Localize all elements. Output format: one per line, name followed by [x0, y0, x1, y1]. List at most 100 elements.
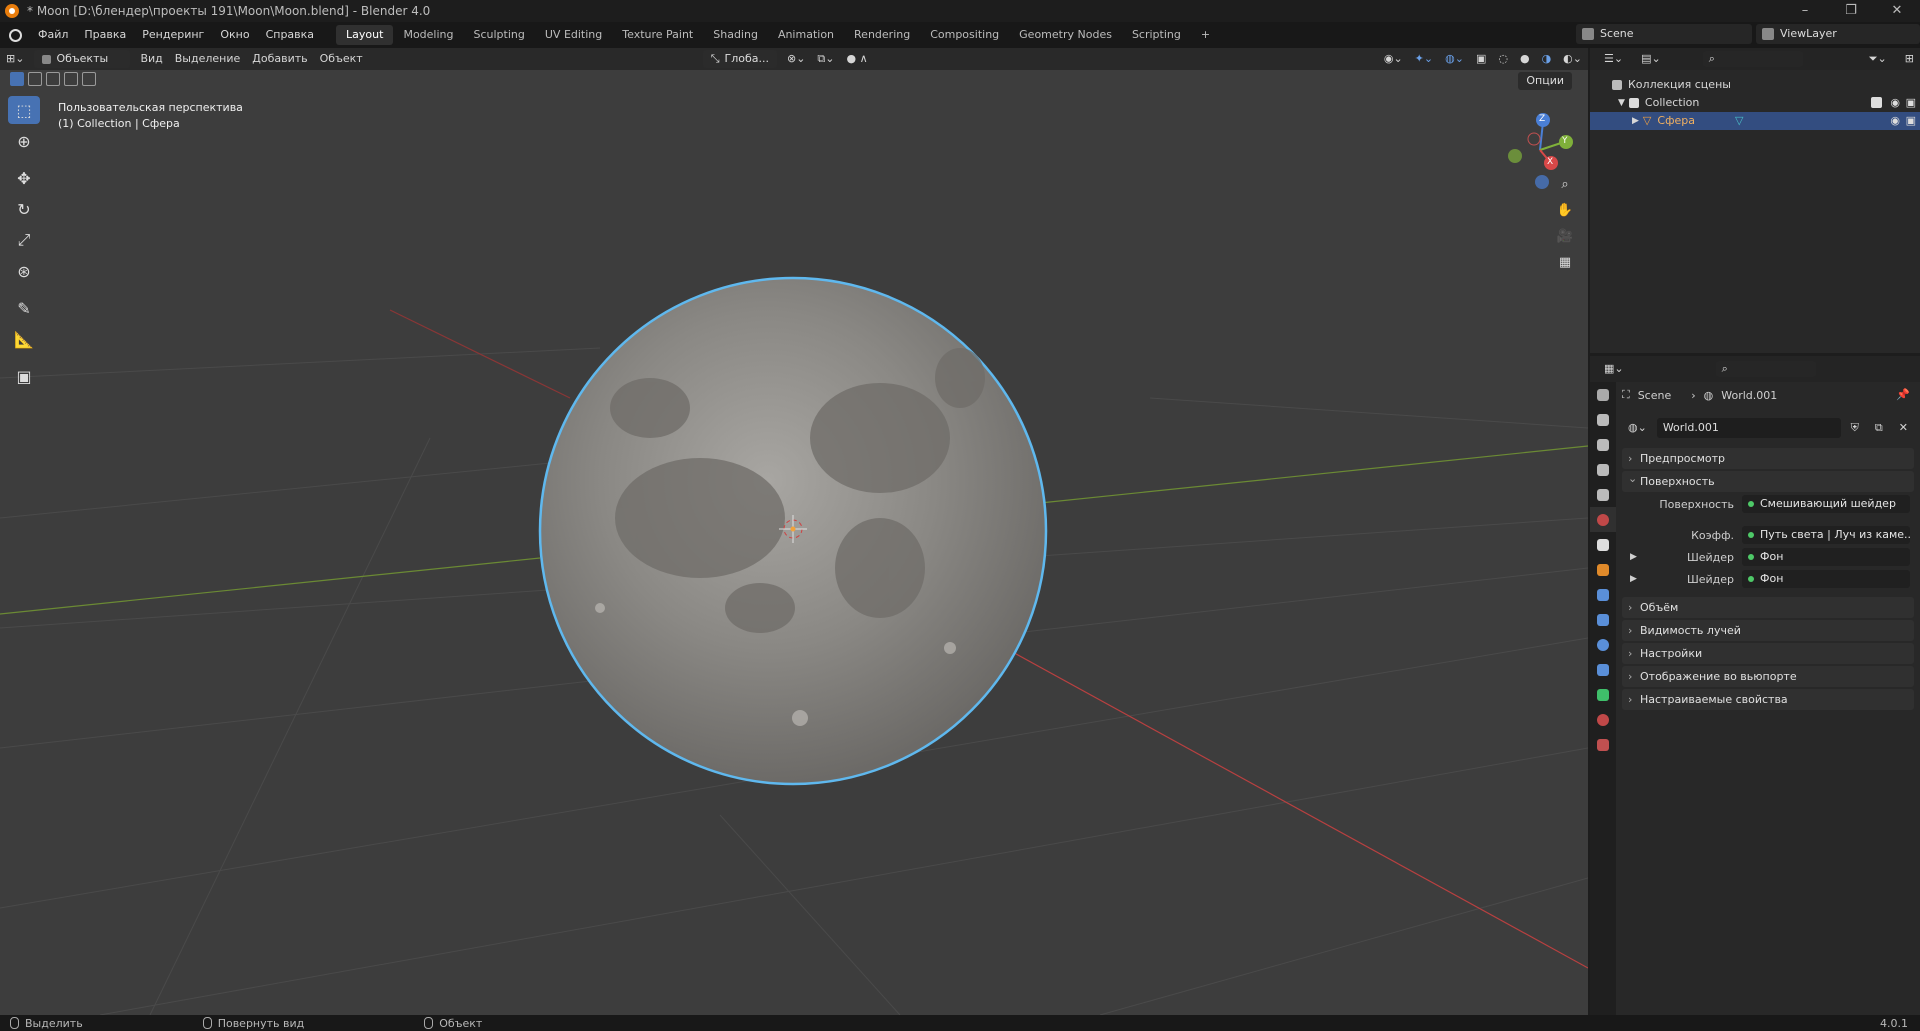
scale-tool-icon[interactable]: ⤢: [8, 226, 40, 254]
tab-geometry-nodes[interactable]: Geometry Nodes: [1009, 25, 1122, 45]
cursor-tool-icon[interactable]: ⊕: [8, 127, 40, 155]
rotate-tool-icon[interactable]: ↻: [8, 195, 40, 223]
select-extend-icon[interactable]: [28, 72, 42, 86]
minimize-button[interactable]: –: [1782, 0, 1828, 22]
select-intersect-icon[interactable]: [82, 72, 96, 86]
outliner-collection[interactable]: ▼ Collection ◉ ▣: [1590, 94, 1920, 112]
menu-render[interactable]: Рендеринг: [134, 22, 212, 48]
tab-tool[interactable]: [1590, 382, 1616, 407]
tab-collection[interactable]: [1590, 532, 1616, 557]
tab-layout[interactable]: Layout: [336, 25, 394, 45]
outliner-search-input[interactable]: ⌕: [1702, 51, 1803, 67]
tab-scripting[interactable]: Scripting: [1122, 25, 1191, 45]
tab-object[interactable]: [1590, 557, 1616, 582]
select-box-tool-icon[interactable]: ⬚: [8, 96, 40, 124]
menu-object[interactable]: Объект: [314, 50, 369, 68]
proportional-edit-icon[interactable]: ● ∧: [841, 50, 874, 68]
tab-data[interactable]: [1590, 682, 1616, 707]
measure-tool-icon[interactable]: 📐: [8, 325, 40, 353]
transform-orientation-dropdown[interactable]: ⤡ Глоба...: [702, 50, 777, 68]
panel-surface[interactable]: Поверхность: [1622, 468, 1914, 492]
expand-icon[interactable]: ▶: [1630, 552, 1637, 562]
expand-icon[interactable]: ▶: [1632, 112, 1639, 130]
menu-help[interactable]: Справка: [258, 22, 322, 48]
select-new-icon[interactable]: [10, 72, 24, 86]
tab-material[interactable]: [1590, 707, 1616, 732]
tab-compositing[interactable]: Compositing: [920, 25, 1009, 45]
add-workspace-button[interactable]: +: [1191, 25, 1220, 45]
mode-dropdown[interactable]: Объекты: [34, 50, 131, 68]
menu-view[interactable]: Вид: [134, 50, 168, 68]
tab-render[interactable]: [1590, 407, 1616, 432]
world-name-field[interactable]: World.001: [1656, 418, 1841, 438]
panel-ray-visibility[interactable]: Видимость лучей: [1622, 620, 1914, 641]
select-subtract-icon[interactable]: [46, 72, 60, 86]
tab-texture[interactable]: [1590, 732, 1616, 757]
display-mode-icon[interactable]: ▤⌄: [1635, 50, 1667, 68]
tab-view-layer[interactable]: [1590, 457, 1616, 482]
panel-viewport-display[interactable]: Отображение во вьюпорте: [1622, 666, 1914, 687]
add-cube-tool-icon[interactable]: ▣: [8, 362, 40, 390]
filter-icon[interactable]: ⏷⌄: [1863, 50, 1893, 68]
annotate-tool-icon[interactable]: ✎: [8, 294, 40, 322]
pan-hand-icon[interactable]: ✋: [1553, 198, 1577, 222]
visibility-eye-icon[interactable]: ◉: [1890, 94, 1900, 112]
editor-type-dropdown[interactable]: ⊞⌄: [0, 50, 30, 68]
outliner-scene-collection[interactable]: Коллекция сцены: [1590, 76, 1920, 94]
xray-icon[interactable]: ▣: [1470, 50, 1492, 68]
tab-scene[interactable]: [1590, 482, 1616, 507]
tab-uv-editing[interactable]: UV Editing: [535, 25, 612, 45]
material-shading-icon[interactable]: ◑: [1536, 50, 1558, 68]
tab-texture-paint[interactable]: Texture Paint: [612, 25, 703, 45]
close-button[interactable]: ✕: [1874, 0, 1920, 22]
mesh-data-icon[interactable]: ▽: [1735, 112, 1743, 130]
wireframe-shading-icon[interactable]: ◌: [1492, 50, 1514, 68]
fake-user-icon[interactable]: ⛨: [1845, 419, 1865, 437]
tab-modifiers[interactable]: [1590, 582, 1616, 607]
solid-shading-icon[interactable]: ●: [1514, 50, 1536, 68]
overlay-toggle-icon[interactable]: ◍⌄: [1439, 50, 1470, 68]
render-camera-icon[interactable]: ▣: [1906, 94, 1916, 112]
tab-particles[interactable]: [1590, 607, 1616, 632]
panel-custom-properties[interactable]: Настраиваемые свойства: [1622, 689, 1914, 710]
tab-world[interactable]: [1590, 507, 1616, 532]
outliner-object-sphere[interactable]: ▶ ▽ Сфера ▽ ◉ ▣: [1590, 112, 1920, 130]
blender-menu-button[interactable]: [0, 22, 30, 48]
tab-physics[interactable]: [1590, 632, 1616, 657]
shader-input-1[interactable]: Фон: [1742, 548, 1910, 566]
render-camera-icon[interactable]: ▣: [1906, 112, 1916, 130]
snap-icon[interactable]: ⧉⌄: [811, 50, 840, 68]
world-browse-icon[interactable]: ◍⌄: [1622, 419, 1653, 437]
shader-input-2[interactable]: Фон: [1742, 570, 1910, 588]
expand-icon[interactable]: ▼: [1618, 94, 1625, 112]
visibility-icon[interactable]: ◉⌄: [1378, 50, 1409, 68]
camera-view-icon[interactable]: 🎥: [1553, 224, 1577, 248]
menu-file[interactable]: Файл: [30, 22, 76, 48]
maximize-button[interactable]: ❐: [1828, 0, 1874, 22]
pin-icon[interactable]: 📌: [1896, 388, 1910, 401]
tab-modeling[interactable]: Modeling: [393, 25, 463, 45]
rendered-shading-icon[interactable]: ◐⌄: [1557, 50, 1588, 68]
menu-edit[interactable]: Правка: [76, 22, 134, 48]
pivot-icon[interactable]: ⊗⌄: [781, 50, 811, 68]
transform-tool-icon[interactable]: ⊛: [8, 257, 40, 285]
panel-settings[interactable]: Настройки: [1622, 643, 1914, 664]
unlink-icon[interactable]: ✕: [1893, 419, 1914, 437]
properties-editor-type-icon[interactable]: ▦⌄: [1598, 360, 1630, 378]
tab-sculpting[interactable]: Sculpting: [464, 25, 535, 45]
view-layer-selector[interactable]: ViewLayer: [1756, 24, 1920, 44]
menu-select[interactable]: Выделение: [169, 50, 247, 68]
zoom-icon[interactable]: ⌕: [1553, 172, 1577, 196]
menu-add[interactable]: Добавить: [246, 50, 313, 68]
properties-search-input[interactable]: ⌕: [1715, 361, 1816, 377]
outliner-editor-type-icon[interactable]: ☰⌄: [1598, 50, 1629, 68]
duplicate-icon[interactable]: ⧉: [1869, 419, 1889, 437]
tab-animation[interactable]: Animation: [768, 25, 844, 45]
tab-output[interactable]: [1590, 432, 1616, 457]
menu-window[interactable]: Окно: [212, 22, 257, 48]
panel-volume[interactable]: Объём: [1622, 597, 1914, 618]
select-invert-icon[interactable]: [64, 72, 78, 86]
tab-constraints[interactable]: [1590, 657, 1616, 682]
panel-preview[interactable]: Предпросмотр: [1622, 448, 1914, 469]
options-dropdown[interactable]: Опции: [1518, 72, 1572, 90]
